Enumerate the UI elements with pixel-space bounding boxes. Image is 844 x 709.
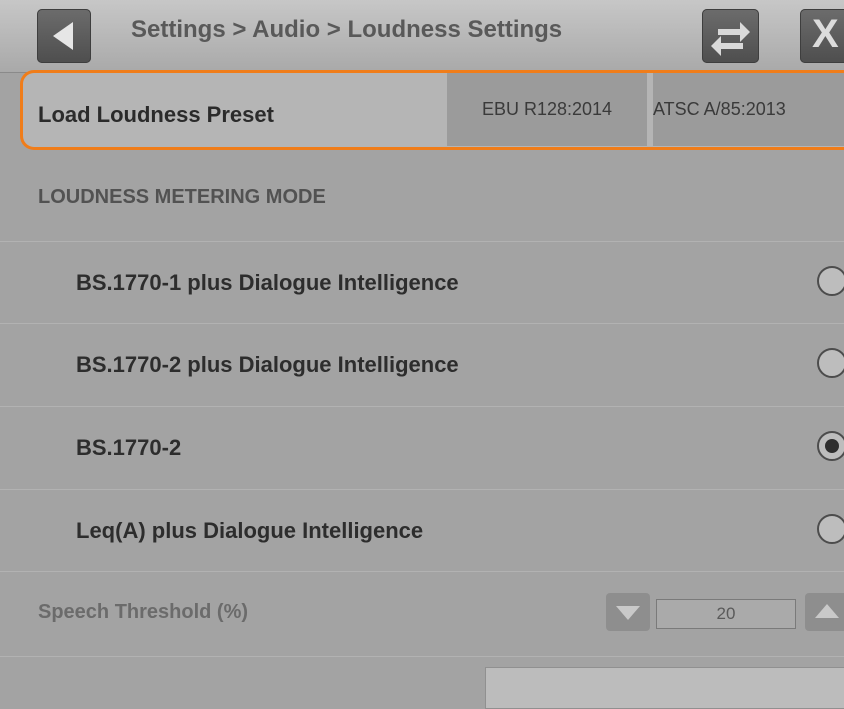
- down-arrow-icon: [616, 606, 640, 620]
- mode-row-bs1770-2-di[interactable]: BS.1770-2 plus Dialogue Intelligence: [0, 323, 844, 406]
- mode-row-bs1770-1-di[interactable]: BS.1770-1 plus Dialogue Intelligence: [0, 241, 844, 324]
- mode-radio[interactable]: [817, 514, 844, 544]
- preset-atsc-button[interactable]: ATSC A/85:2013: [653, 73, 844, 146]
- mode-label: BS.1770-2: [76, 435, 182, 460]
- preset-ebu-button[interactable]: EBU R128:2014: [447, 73, 647, 146]
- mode-radio[interactable]: [817, 348, 844, 378]
- decrement-button[interactable]: [606, 593, 650, 631]
- swap-arrows-icon: [711, 22, 750, 56]
- speech-threshold-field[interactable]: 20: [656, 599, 796, 629]
- preset-ebu-label: EBU R128:2014: [481, 99, 613, 119]
- preset-label: Load Loudness Preset: [38, 102, 274, 127]
- back-arrow-icon: [53, 22, 73, 50]
- close-icon: X: [812, 12, 839, 56]
- mode-label: BS.1770-2 plus Dialogue Intelligence: [76, 352, 459, 377]
- partial-field[interactable]: [485, 667, 844, 709]
- up-arrow-icon: [815, 604, 839, 618]
- mode-row-leqa-di[interactable]: Leq(A) plus Dialogue Intelligence: [0, 489, 844, 572]
- close-button[interactable]: X: [800, 9, 844, 63]
- partial-row: [0, 656, 844, 709]
- mode-radio[interactable]: [817, 431, 844, 461]
- increment-button[interactable]: [805, 593, 844, 631]
- mode-label: BS.1770-1 plus Dialogue Intelligence: [76, 270, 459, 295]
- preset-atsc-label: ATSC A/85:2013: [653, 99, 786, 119]
- mode-row-bs1770-2[interactable]: BS.1770-2: [0, 406, 844, 489]
- speech-threshold-label: Speech Threshold (%): [38, 601, 249, 623]
- breadcrumb: Settings > Audio > Loudness Settings: [131, 16, 563, 43]
- swap-button[interactable]: [702, 9, 759, 63]
- speech-threshold-row: Speech Threshold (%) 20: [0, 571, 844, 657]
- back-button[interactable]: [37, 9, 91, 63]
- section-title: LOUDNESS METERING MODE: [38, 186, 326, 208]
- title-bar: Settings > Audio > Loudness Settings X: [0, 0, 844, 73]
- mode-radio[interactable]: [817, 266, 844, 296]
- mode-label: Leq(A) plus Dialogue Intelligence: [76, 518, 424, 543]
